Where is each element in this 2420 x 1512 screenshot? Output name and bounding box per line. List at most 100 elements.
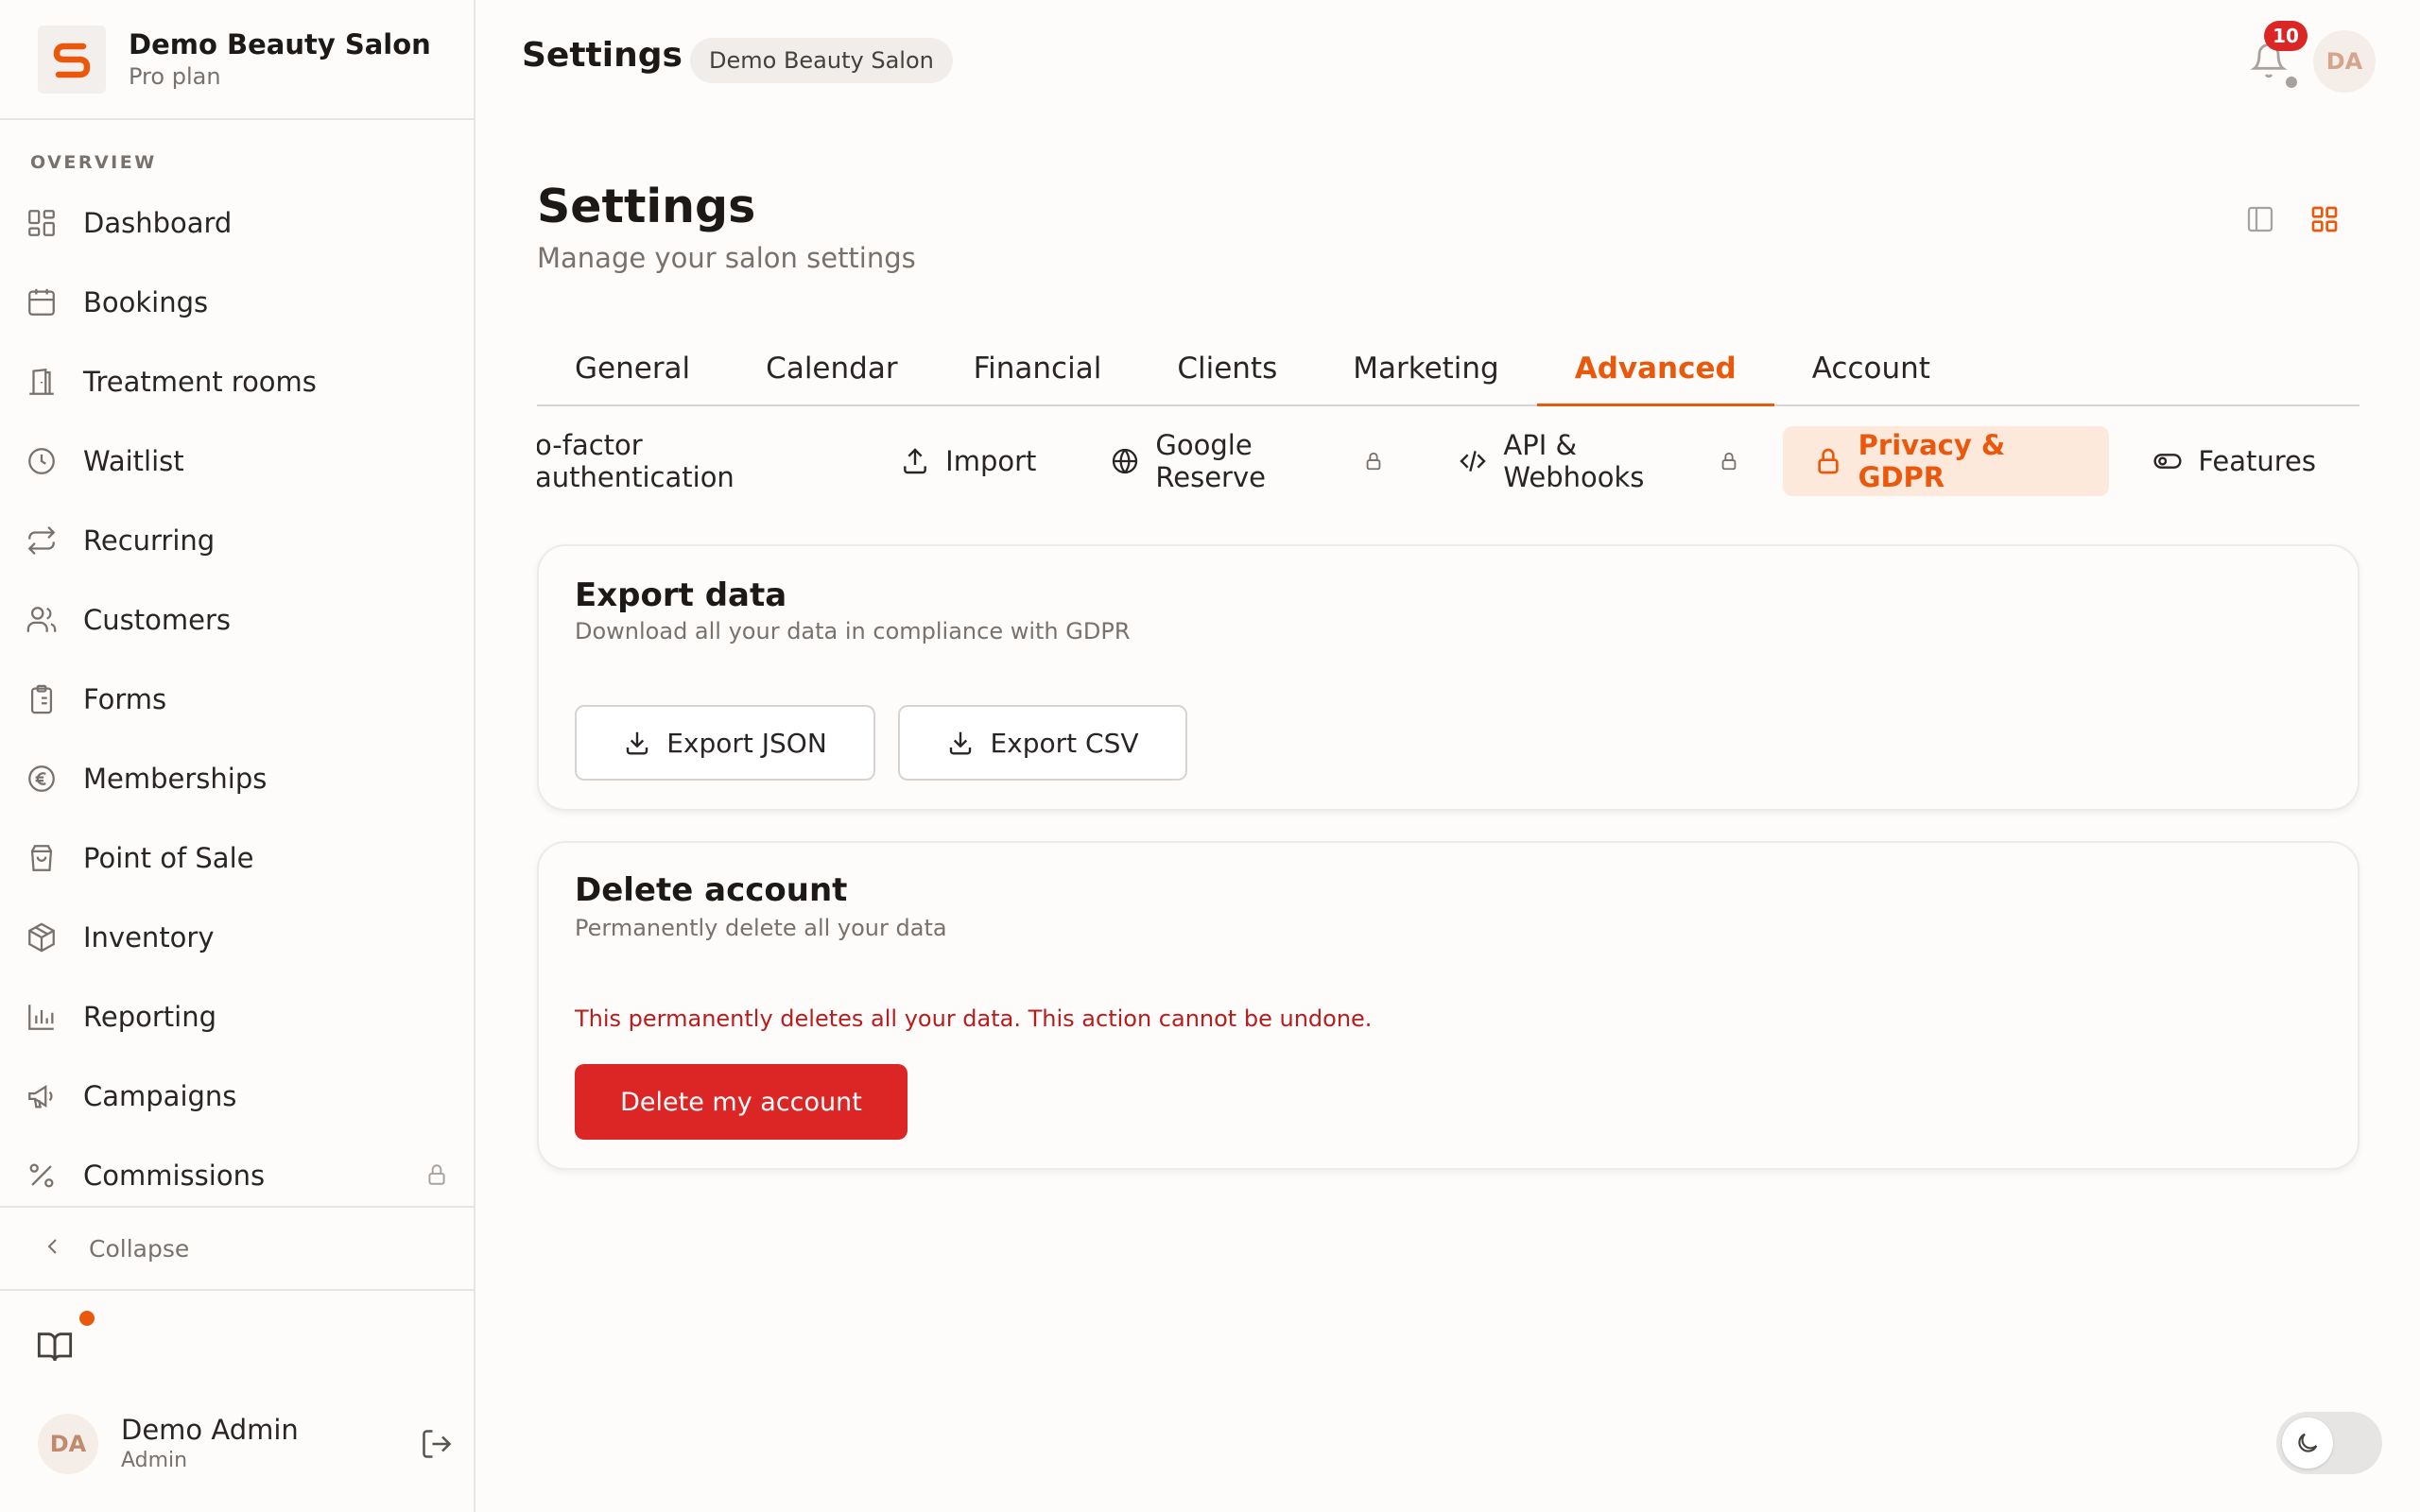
theme-toggle[interactable] — [2276, 1412, 2382, 1474]
export-data-card: Export data Download all your data in co… — [537, 544, 2360, 811]
sidebar-item-label: Forms — [83, 683, 167, 715]
sidebar-item-memberships[interactable]: Memberships — [0, 739, 474, 818]
subtab-privacy-gdpr[interactable]: Privacy & GDPR — [1782, 426, 2110, 496]
lock-icon — [424, 1162, 449, 1191]
salon-chip: Demo Beauty Salon — [690, 38, 953, 83]
plan-label: Pro plan — [129, 62, 221, 90]
lock-icon — [1719, 451, 1739, 472]
sidebar-item-inventory[interactable]: Inventory — [0, 898, 474, 977]
export-csv-button[interactable]: Export CSV — [898, 705, 1187, 781]
sidebar-item-label: Commissions — [83, 1160, 266, 1192]
chevron-left-icon — [42, 1235, 64, 1262]
logout-icon[interactable] — [420, 1427, 454, 1465]
subtab-two-factor-authentication[interactable]: o-factor authentication — [537, 426, 856, 496]
page-subtitle: Manage your salon settings — [537, 242, 916, 274]
sidebar-item-label: Recurring — [83, 524, 216, 557]
sidebar: Demo Beauty Salon Pro plan OVERVIEW Dash… — [0, 0, 475, 1512]
sidebar-item-label: Customers — [83, 604, 231, 636]
subtab-google-reserve[interactable]: Google Reserve — [1080, 426, 1414, 496]
lock-icon — [1363, 451, 1384, 472]
toggle-icon — [2152, 446, 2183, 476]
page-title: Settings — [537, 180, 756, 233]
collapse-sidebar-button[interactable]: Collapse — [0, 1206, 474, 1291]
sidebar-item-customers[interactable]: Customers — [0, 580, 474, 660]
sidebar-layout-icon[interactable] — [2245, 204, 2275, 238]
sidebar-item-waitlist[interactable]: Waitlist — [0, 421, 474, 501]
user-profile[interactable]: DA Demo Admin Admin — [38, 1413, 454, 1475]
section-label-overview: OVERVIEW — [30, 152, 157, 173]
euro-icon — [25, 762, 59, 796]
sidebar-item-recurring[interactable]: Recurring — [0, 501, 474, 580]
grid-layout-icon[interactable] — [2309, 204, 2340, 238]
sidebar-item-reporting[interactable]: Reporting — [0, 977, 474, 1057]
sidebar-item-forms[interactable]: Forms — [0, 660, 474, 739]
subtab-features[interactable]: Features — [2122, 426, 2346, 496]
tab-account[interactable]: Account — [1774, 333, 1968, 404]
tab-financial[interactable]: Financial — [936, 333, 1140, 404]
subtab-label: Privacy & GDPR — [1858, 429, 2006, 493]
subtab-api-webhooks[interactable]: API & Webhooks — [1427, 426, 1769, 496]
sidebar-item-label: Treatment rooms — [83, 366, 317, 398]
tab-general[interactable]: General — [537, 333, 728, 404]
calendar-icon — [25, 285, 59, 319]
shopping-bag-icon — [25, 841, 59, 875]
notification-count-badge: 10 — [2264, 21, 2308, 51]
tab-clients[interactable]: Clients — [1139, 333, 1315, 404]
subtab-import[interactable]: Import — [870, 426, 1066, 496]
sidebar-item-campaigns[interactable]: Campaigns — [0, 1057, 474, 1136]
guide-notification-dot — [79, 1311, 95, 1326]
user-name: Demo Admin — [121, 1414, 299, 1446]
card-title: Export data — [575, 576, 787, 614]
export-json-button[interactable]: Export JSON — [575, 705, 875, 781]
brand-logo — [38, 25, 106, 94]
door-icon — [25, 365, 59, 399]
sidebar-item-point-of-sale[interactable]: Point of Sale — [0, 818, 474, 898]
user-role: Admin — [121, 1449, 188, 1472]
subtab-label: Import — [945, 445, 1037, 477]
button-label: Export JSON — [666, 727, 827, 759]
dashboard-icon — [25, 206, 59, 240]
settings-tabs: General Calendar Financial Clients Marke… — [537, 333, 2360, 406]
sidebar-item-label: Dashboard — [83, 207, 233, 239]
download-icon — [623, 729, 651, 757]
tab-advanced[interactable]: Advanced — [1536, 333, 1774, 406]
delete-account-card: Delete account Permanently delete all yo… — [537, 841, 2360, 1170]
sidebar-item-label: Memberships — [83, 763, 268, 795]
bar-chart-icon — [25, 1000, 59, 1034]
brand-header[interactable]: Demo Beauty Salon Pro plan — [0, 0, 474, 120]
sidebar-item-label: Campaigns — [83, 1080, 237, 1112]
subtab-label: Google Reserve — [1155, 429, 1266, 493]
repeat-icon — [25, 524, 59, 558]
sidebar-item-label: Reporting — [83, 1001, 216, 1033]
tab-calendar[interactable]: Calendar — [728, 333, 935, 404]
avatar[interactable]: DA — [2313, 30, 2376, 93]
sidebar-item-bookings[interactable]: Bookings — [0, 263, 474, 342]
subtab-label: API & Webhooks — [1503, 429, 1645, 493]
avatar: DA — [38, 1414, 98, 1474]
upload-icon — [900, 446, 930, 476]
package-icon — [25, 920, 59, 954]
clock-icon — [25, 444, 59, 478]
megaphone-icon — [25, 1079, 59, 1113]
globe-icon — [1110, 446, 1140, 476]
book-open-icon[interactable] — [36, 1328, 78, 1369]
code-icon — [1458, 446, 1488, 476]
topbar-title: Settings — [522, 36, 683, 75]
advanced-subtabs: o-factor authentication Import Google Re… — [537, 423, 2360, 499]
sidebar-nav: Dashboard Bookings Treatment rooms Waitl… — [0, 183, 474, 1215]
sidebar-item-label: Point of Sale — [83, 842, 254, 874]
sidebar-item-commissions[interactable]: Commissions — [0, 1136, 474, 1215]
tab-marketing[interactable]: Marketing — [1315, 333, 1537, 404]
delete-account-button[interactable]: Delete my account — [575, 1064, 908, 1140]
sidebar-item-treatment-rooms[interactable]: Treatment rooms — [0, 342, 474, 421]
lock-icon — [1813, 446, 1843, 476]
moon-icon — [2282, 1418, 2333, 1469]
sidebar-item-dashboard[interactable]: Dashboard — [0, 183, 474, 263]
sidebar-item-label: Inventory — [83, 921, 215, 954]
card-title: Delete account — [575, 871, 848, 909]
salon-name: Demo Beauty Salon — [129, 27, 431, 60]
sidebar-item-label: Waitlist — [83, 445, 184, 477]
card-description: Download all your data in compliance wit… — [575, 618, 1131, 644]
users-icon — [25, 603, 59, 637]
status-dot — [2286, 77, 2297, 88]
